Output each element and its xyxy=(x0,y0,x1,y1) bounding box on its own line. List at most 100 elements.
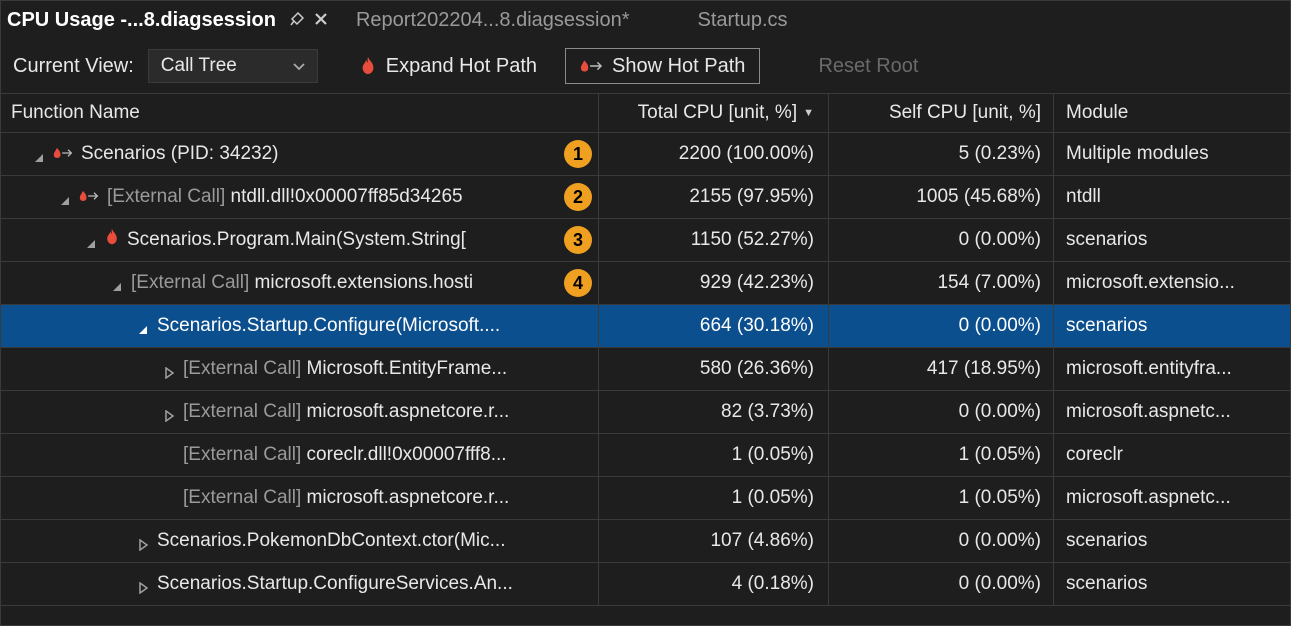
total-cpu-cell: 1 (0.05%) xyxy=(599,434,829,476)
reset-root-button[interactable]: Reset Root xyxy=(804,48,932,84)
expander-icon[interactable] xyxy=(137,320,149,332)
flame-icon xyxy=(360,57,376,75)
total-cpu-cell: 4 (0.18%) xyxy=(599,563,829,605)
total-cpu-cell: 2155 (97.95%) xyxy=(599,176,829,218)
total-cpu-cell: 82 (3.73%) xyxy=(599,391,829,433)
table-row[interactable]: Scenarios.Startup.ConfigureServices.An..… xyxy=(1,563,1290,606)
module-cell: microsoft.aspnetc... xyxy=(1054,477,1290,519)
expander-icon[interactable] xyxy=(137,578,149,590)
button-label: Show Hot Path xyxy=(612,55,745,78)
module-cell: scenarios xyxy=(1054,520,1290,562)
table-row[interactable]: [External Call] microsoft.extensions.hos… xyxy=(1,262,1290,305)
document-tabs: CPU Usage -...8.diagsession Report202204… xyxy=(1,1,1290,39)
table-row[interactable]: [External Call] ntdll.dll!0x00007ff85d34… xyxy=(1,176,1290,219)
self-cpu-cell: 0 (0.00%) xyxy=(829,219,1054,261)
table-row[interactable]: Scenarios.Startup.Configure(Microsoft...… xyxy=(1,305,1290,348)
function-name: [External Call] microsoft.aspnetcore.r..… xyxy=(183,401,509,423)
tab-cpu-usage[interactable]: CPU Usage -...8.diagsession xyxy=(1,1,342,39)
hot-path-icon xyxy=(79,186,99,208)
table-row[interactable]: Scenarios.Program.Main(System.String[ 311… xyxy=(1,219,1290,262)
module-cell: microsoft.extensio... xyxy=(1054,262,1290,304)
callout-badge: 2 xyxy=(564,183,592,211)
self-cpu-cell: 0 (0.00%) xyxy=(829,305,1054,347)
call-tree-rows: Scenarios (PID: 34232)12200 (100.00%)5 (… xyxy=(1,133,1290,606)
flame-icon xyxy=(105,229,119,251)
expander-icon[interactable] xyxy=(59,191,71,203)
module-cell: microsoft.aspnetc... xyxy=(1054,391,1290,433)
module-cell: microsoft.entityfra... xyxy=(1054,348,1290,390)
view-dropdown[interactable]: Call Tree xyxy=(148,49,318,83)
function-name: Scenarios.Startup.ConfigureServices.An..… xyxy=(157,573,513,595)
function-name: [External Call] microsoft.extensions.hos… xyxy=(131,272,473,294)
self-cpu-cell: 1 (0.05%) xyxy=(829,477,1054,519)
hot-path-icon xyxy=(53,143,73,165)
tab-startup-cs[interactable]: Startup.cs xyxy=(684,1,802,39)
module-cell: scenarios xyxy=(1054,563,1290,605)
self-cpu-cell: 154 (7.00%) xyxy=(829,262,1054,304)
column-headers: Function Name Total CPU [unit, %] ▼ Self… xyxy=(1,93,1290,133)
close-icon[interactable] xyxy=(314,9,328,32)
total-cpu-cell: 107 (4.86%) xyxy=(599,520,829,562)
table-row[interactable]: [External Call] Microsoft.EntityFrame...… xyxy=(1,348,1290,391)
self-cpu-cell: 0 (0.00%) xyxy=(829,391,1054,433)
external-call-prefix: [External Call] xyxy=(183,358,307,379)
current-view-label: Current View: xyxy=(13,55,134,78)
function-name: Scenarios.Startup.Configure(Microsoft...… xyxy=(157,315,500,337)
expander-icon[interactable] xyxy=(33,148,45,160)
expander-icon[interactable] xyxy=(111,277,123,289)
button-label: Reset Root xyxy=(818,55,918,78)
function-name: [External Call] microsoft.aspnetcore.r..… xyxy=(183,487,509,509)
expander-icon[interactable] xyxy=(163,406,175,418)
chevron-down-icon xyxy=(293,59,305,74)
total-cpu-cell: 580 (26.36%) xyxy=(599,348,829,390)
tab-label: CPU Usage -...8.diagsession xyxy=(7,9,276,32)
external-call-prefix: [External Call] xyxy=(107,186,231,207)
toolbar: Current View: Call Tree Expand Hot Path … xyxy=(1,39,1290,93)
expander-icon[interactable] xyxy=(137,535,149,547)
button-label: Expand Hot Path xyxy=(386,55,537,78)
expander-icon[interactable] xyxy=(85,234,97,246)
function-name: [External Call] Microsoft.EntityFrame... xyxy=(183,358,507,380)
pin-icon[interactable] xyxy=(290,12,304,29)
hot-path-icon xyxy=(580,59,602,73)
show-hot-path-button[interactable]: Show Hot Path xyxy=(565,48,760,84)
header-total-cpu[interactable]: Total CPU [unit, %] ▼ xyxy=(599,94,829,132)
callout-badge: 1 xyxy=(564,140,592,168)
function-name: [External Call] ntdll.dll!0x00007ff85d34… xyxy=(107,186,463,208)
expander-icon[interactable] xyxy=(163,363,175,375)
function-name: [External Call] coreclr.dll!0x00007fff8.… xyxy=(183,444,507,466)
callout-badge: 4 xyxy=(564,269,592,297)
function-name: Scenarios (PID: 34232) xyxy=(81,143,279,165)
header-self-cpu[interactable]: Self CPU [unit, %] xyxy=(829,94,1054,132)
tab-label: Startup.cs xyxy=(698,9,788,32)
tab-label: Report202204...8.diagsession* xyxy=(356,9,630,32)
table-row[interactable]: [External Call] microsoft.aspnetcore.r..… xyxy=(1,391,1290,434)
table-row[interactable]: Scenarios.PokemonDbContext.ctor(Mic...10… xyxy=(1,520,1290,563)
total-cpu-cell: 2200 (100.00%) xyxy=(599,133,829,175)
self-cpu-cell: 0 (0.00%) xyxy=(829,563,1054,605)
module-cell: scenarios xyxy=(1054,305,1290,347)
table-row[interactable]: [External Call] microsoft.aspnetcore.r..… xyxy=(1,477,1290,520)
function-name: Scenarios.Program.Main(System.String[ xyxy=(127,229,466,251)
header-module[interactable]: Module xyxy=(1054,94,1290,132)
self-cpu-cell: 417 (18.95%) xyxy=(829,348,1054,390)
total-cpu-cell: 1150 (52.27%) xyxy=(599,219,829,261)
table-row[interactable]: [External Call] coreclr.dll!0x00007fff8.… xyxy=(1,434,1290,477)
callout-badge: 3 xyxy=(564,226,592,254)
self-cpu-cell: 1 (0.05%) xyxy=(829,434,1054,476)
header-function-name[interactable]: Function Name xyxy=(1,94,599,132)
self-cpu-cell: 0 (0.00%) xyxy=(829,520,1054,562)
total-cpu-cell: 664 (30.18%) xyxy=(599,305,829,347)
module-cell: coreclr xyxy=(1054,434,1290,476)
module-cell: Multiple modules xyxy=(1054,133,1290,175)
external-call-prefix: [External Call] xyxy=(183,401,307,422)
tab-report[interactable]: Report202204...8.diagsession* xyxy=(342,1,644,39)
dropdown-value: Call Tree xyxy=(161,55,237,77)
total-cpu-cell: 929 (42.23%) xyxy=(599,262,829,304)
external-call-prefix: [External Call] xyxy=(183,444,307,465)
total-cpu-cell: 1 (0.05%) xyxy=(599,477,829,519)
external-call-prefix: [External Call] xyxy=(183,487,307,508)
expand-hot-path-button[interactable]: Expand Hot Path xyxy=(346,48,551,84)
table-row[interactable]: Scenarios (PID: 34232)12200 (100.00%)5 (… xyxy=(1,133,1290,176)
external-call-prefix: [External Call] xyxy=(131,272,255,293)
